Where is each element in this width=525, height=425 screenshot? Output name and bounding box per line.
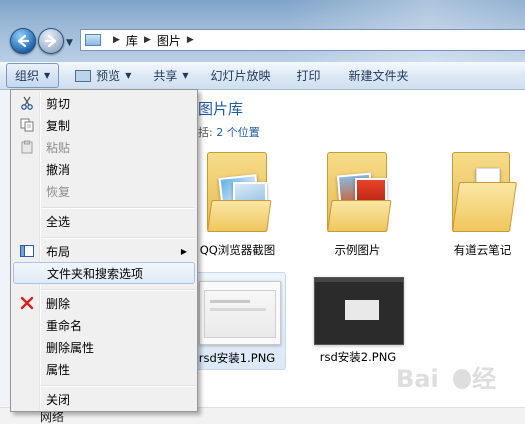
preview-icon [75,69,92,82]
library-locations-link[interactable]: 2 个位置 [216,126,260,139]
chevron-down-icon: ▼ [125,71,132,80]
chevron-right-icon[interactable]: ▶ [144,35,151,45]
list-item[interactable]: QQ浏览器截图 [195,152,280,270]
menu-item-label: 粘贴 [46,140,71,155]
menu-item-paste[interactable]: 粘贴 [13,136,195,158]
list-item[interactable]: 示例图片 [315,152,400,270]
menu-item-label: 删除属性 [46,340,95,355]
organize-context-menu: 剪切 复制 粘贴 撤消 恢复 全选 布局 ▶ 文件夹和搜索选项 删除 重命名 删… [10,89,198,412]
menu-item-remove-properties[interactable]: 删除属性 [13,336,195,358]
item-label: QQ浏览器截图 [199,243,276,257]
menu-item-label: 关闭 [46,392,71,407]
menu-separator [41,237,195,239]
list-item[interactable]: 有道云笔记 [440,152,525,270]
arrow-right-icon [44,34,57,48]
submenu-arrow-icon: ▶ [180,246,187,256]
menu-item-select-all[interactable]: 全选 [13,210,195,232]
chevron-right-icon[interactable]: ▶ [187,35,194,45]
menu-separator [41,385,195,387]
menu-item-label: 布局 [46,244,71,259]
menu-item-close[interactable]: 关闭 [13,388,195,410]
breadcrumb: ▶ 库 ▶ 图片 ▶ [107,32,200,49]
menu-item-copy[interactable]: 复制 [13,114,195,136]
menu-item-layout[interactable]: 布局 ▶ [13,240,195,262]
preview-button[interactable]: 预览 ▼ [67,64,139,87]
address-bar[interactable]: ▶ 库 ▶ 图片 ▶ [80,29,525,51]
menu-item-label: 撤消 [46,162,71,177]
library-title: 图片库 [198,100,244,118]
item-label: 有道云笔记 [453,243,512,257]
menu-item-label: 文件夹和搜索选项 [47,266,144,281]
slideshow-button[interactable]: 幻灯片放映 [203,64,279,87]
menu-item-properties[interactable]: 属性 [13,358,195,380]
menu-item-redo[interactable]: 恢复 [13,180,195,202]
command-toolbar: 组织 ▼ 预览 ▼ 共享 ▼ 幻灯片放映 打印 新建文件夹 [0,62,525,90]
menu-item-label: 属性 [46,362,71,377]
layout-icon [19,244,35,258]
folder-with-photos-icon [327,152,392,232]
delete-x-icon [19,296,35,310]
breadcrumb-pictures[interactable]: 图片 [157,32,181,49]
share-label: 共享 [153,69,178,83]
menu-item-label: 恢复 [46,184,71,199]
library-includes-label: 括: [198,126,213,139]
preview-label: 预览 [96,69,121,83]
menu-item-label: 剪切 [46,96,71,111]
breadcrumb-library[interactable]: 库 [126,32,138,49]
library-pictures-icon [85,34,101,46]
menu-item-undo[interactable]: 撤消 [13,158,195,180]
print-label: 打印 [296,69,321,83]
navigation-pane-edge [0,90,10,423]
baidu-jingyan-watermark-logo: Bai 经 [396,365,496,393]
menu-item-label: 重命名 [46,318,83,333]
item-label: 示例图片 [334,243,381,257]
paste-icon [19,140,35,154]
item-label: rsd安装1.PNG [198,351,276,365]
list-item-selected[interactable]: rsd安装1.PNG [186,272,286,370]
menu-item-label: 全选 [46,214,71,229]
menu-item-delete[interactable]: 删除 [13,292,195,314]
folder-with-photos-icon [207,152,272,232]
organize-label: 组织 [15,69,40,83]
library-includes: 括: 2 个位置 [198,124,260,140]
forward-button[interactable] [38,28,64,54]
image-thumbnail [314,277,404,345]
menu-item-cut[interactable]: 剪切 [13,92,195,114]
share-button[interactable]: 共享 ▼ [145,64,196,87]
back-button[interactable] [10,28,36,54]
menu-separator [41,289,195,291]
image-thumbnail [199,281,281,345]
folder-icon [452,152,517,232]
menu-item-label: 复制 [46,118,71,133]
menu-item-label: 删除 [46,296,71,311]
chevron-down-icon: ▼ [182,71,189,80]
svg-text:经: 经 [472,365,496,393]
chevron-right-icon[interactable]: ▶ [113,35,120,45]
menu-separator [41,207,195,209]
arrow-left-icon [17,34,30,48]
svg-text:Bai: Bai [396,365,439,393]
recent-pages-dropdown-icon[interactable]: ▼ [66,38,73,48]
organize-button[interactable]: 组织 ▼ [6,63,60,88]
new-folder-button[interactable]: 新建文件夹 [341,64,417,87]
menu-item-folder-options[interactable]: 文件夹和搜索选项 [13,262,195,284]
menu-item-rename[interactable]: 重命名 [13,314,195,336]
print-button[interactable]: 打印 [289,64,329,87]
chevron-down-icon: ▼ [44,71,51,80]
copy-icon [19,118,35,132]
slideshow-label: 幻灯片放映 [210,69,271,83]
new-folder-label: 新建文件夹 [348,69,409,83]
scissors-icon [19,96,35,110]
